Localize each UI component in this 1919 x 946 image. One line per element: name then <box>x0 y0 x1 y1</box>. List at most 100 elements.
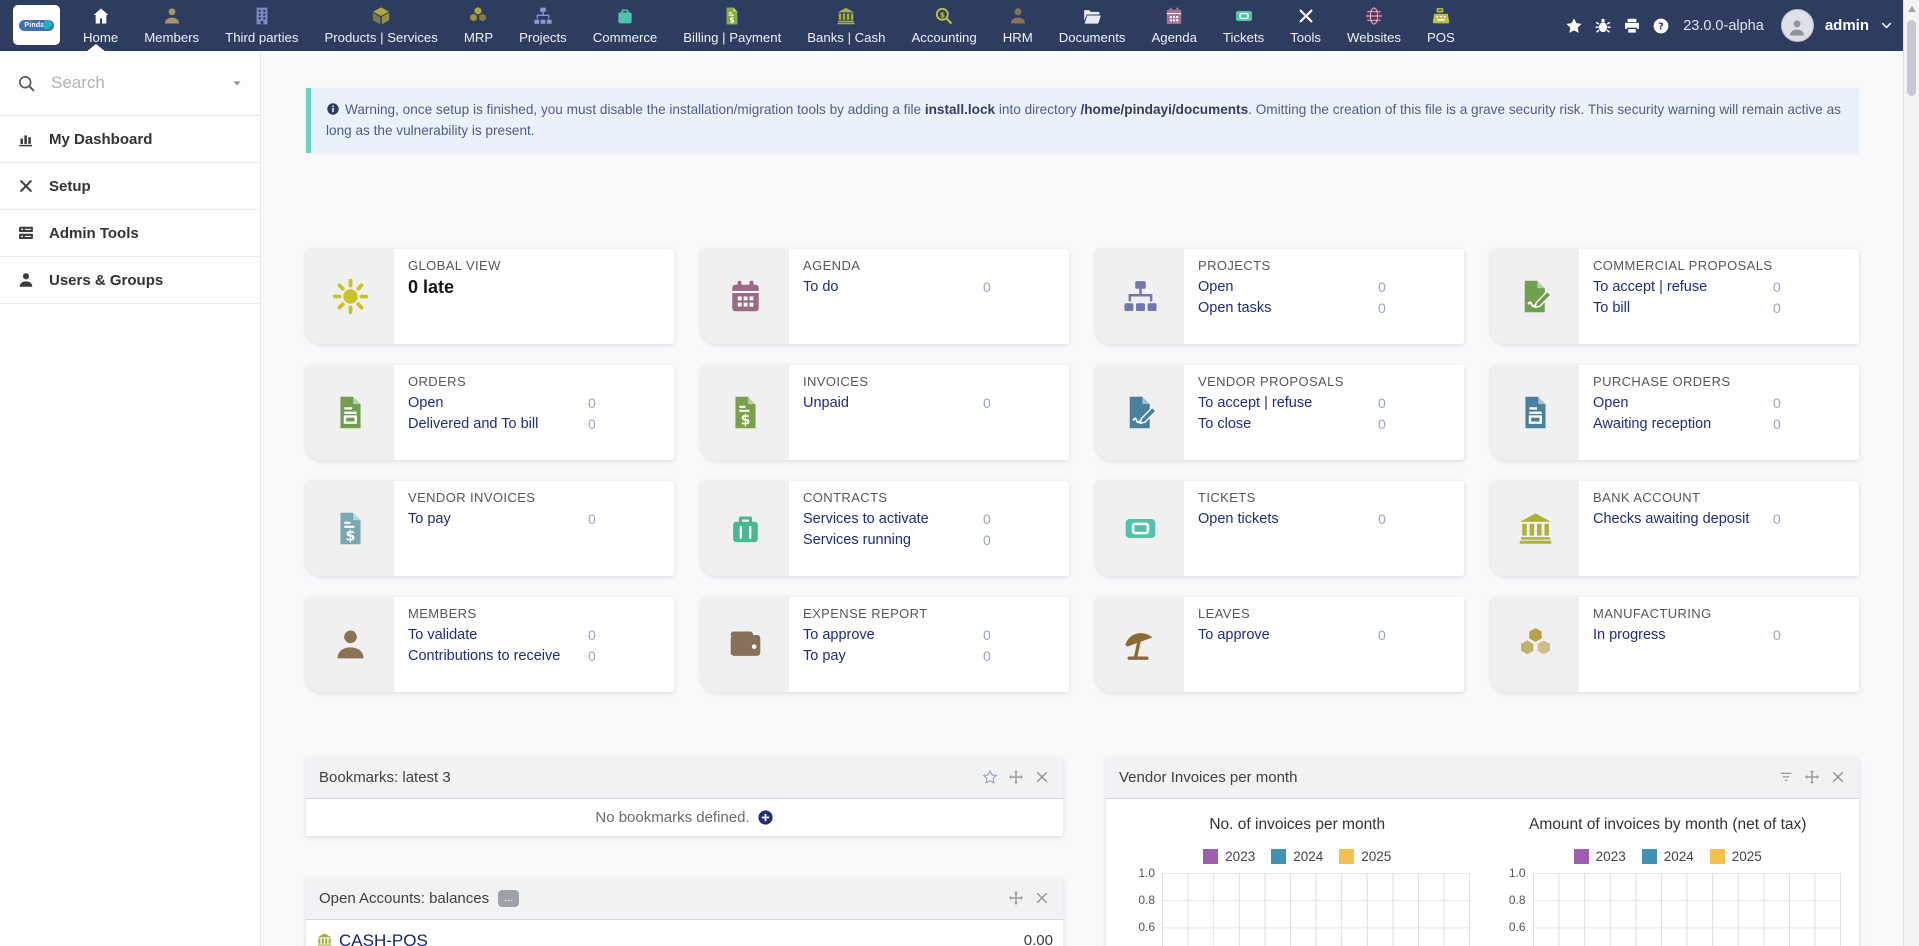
widget-link[interactable]: Services running <box>803 530 983 551</box>
close-widget-icon[interactable] <box>1034 769 1050 785</box>
user-avatar[interactable] <box>1781 9 1814 42</box>
widget-count[interactable]: 0 <box>983 393 991 414</box>
widget-count[interactable]: 0 <box>1773 298 1781 319</box>
widget-count[interactable]: 0 <box>1378 298 1386 319</box>
move-widget-icon[interactable] <box>1804 769 1820 785</box>
nav-item-members[interactable]: Members <box>131 0 212 51</box>
widget-count[interactable]: 0 <box>983 530 991 551</box>
user-menu[interactable]: admin <box>1825 17 1869 34</box>
nav-item-documents[interactable]: Documents <box>1046 0 1139 51</box>
user-chevron-down-icon[interactable] <box>1880 19 1893 32</box>
account-link[interactable]: CASH-POS <box>339 931 428 946</box>
umbrella-beach-icon <box>1096 597 1184 692</box>
nav-item-banks-cash[interactable]: Banks | Cash <box>794 0 898 51</box>
widget-link[interactable]: To approve <box>1198 625 1378 646</box>
bug-icon[interactable] <box>1594 17 1612 35</box>
widget-count[interactable]: 0 <box>1773 509 1781 530</box>
widget-count[interactable]: 0 <box>588 509 596 530</box>
widget-count[interactable]: 0 <box>1378 625 1386 646</box>
widget-count[interactable]: 0 <box>588 393 596 414</box>
widget-count[interactable]: 0 <box>983 277 991 298</box>
widget-count[interactable]: 0 <box>1773 414 1781 435</box>
widget-link[interactable]: Checks awaiting deposit <box>1593 509 1773 530</box>
sidebar-item-setup[interactable]: Setup <box>0 163 260 210</box>
nav-item-label: Accounting <box>911 30 976 45</box>
nav-item-tools[interactable]: Tools <box>1277 0 1334 51</box>
widget-link[interactable]: In progress <box>1593 625 1773 646</box>
widget-link[interactable]: Delivered and To bill <box>408 414 588 435</box>
nav-item-hrm[interactable]: HRM <box>990 0 1046 51</box>
widget-count[interactable]: 0 <box>1378 393 1386 414</box>
file-signature-icon <box>1491 249 1579 344</box>
widget-link[interactable]: To bill <box>1593 298 1773 319</box>
nav-item-products-services[interactable]: Products | Services <box>311 0 450 51</box>
widget-count[interactable]: 0 <box>588 414 596 435</box>
widget-count[interactable]: 0 <box>1773 625 1781 646</box>
widget-link[interactable]: To approve <box>803 625 983 646</box>
widget-count[interactable]: 0 <box>983 509 991 530</box>
search-input[interactable] <box>49 72 213 94</box>
sidebar-item-admin-tools[interactable]: Admin Tools <box>0 210 260 257</box>
widget-count[interactable]: 0 <box>588 646 596 667</box>
nav-item-projects[interactable]: Projects <box>506 0 580 51</box>
printer-icon[interactable] <box>1623 17 1641 35</box>
widget-link[interactable]: Open tasks <box>1198 298 1378 319</box>
question-circle-icon[interactable]: ? <box>1652 17 1670 35</box>
nav-item-tickets[interactable]: Tickets <box>1210 0 1277 51</box>
widget-link[interactable]: Awaiting reception <box>1593 414 1773 435</box>
widget-count[interactable]: 0 <box>983 646 991 667</box>
widget-count[interactable]: 0 <box>1378 277 1386 298</box>
move-widget-icon[interactable] <box>1008 890 1024 906</box>
nav-item-mrp[interactable]: MRP <box>451 0 506 51</box>
widget-title: MANUFACTURING <box>1593 606 1849 621</box>
widget-link[interactable]: To pay <box>803 646 983 667</box>
widget-count[interactable]: 0 <box>1378 509 1386 530</box>
bookmark-star-icon[interactable] <box>982 769 998 785</box>
nav-item-pos[interactable]: POS <box>1414 0 1468 51</box>
widget-link[interactable]: Open <box>1198 277 1378 298</box>
nav-item-label: Commerce <box>593 30 657 45</box>
widget-link[interactable]: To accept | refuse <box>1593 277 1773 298</box>
move-widget-icon[interactable] <box>1008 769 1024 785</box>
widget-link[interactable]: Open <box>408 393 588 414</box>
page-scrollbar[interactable] <box>1903 0 1919 946</box>
star-icon[interactable] <box>1565 17 1583 35</box>
sidebar-item-users-groups[interactable]: Users & Groups <box>0 257 260 304</box>
widget-link[interactable]: Open tickets <box>1198 509 1378 530</box>
widget-link[interactable]: Services to activate <box>803 509 983 530</box>
search-caret-icon[interactable] <box>230 76 244 90</box>
widget-link[interactable]: To accept | refuse <box>1198 393 1378 414</box>
nav-item-billing-payment[interactable]: $ Billing | Payment <box>670 0 794 51</box>
scrollbar-thumb[interactable] <box>1907 20 1916 96</box>
open-accounts-title: Open Accounts: balances <box>319 890 489 907</box>
nav-item-commerce[interactable]: Commerce <box>580 0 670 51</box>
dashboard-widget-grid: GLOBAL VIEW 0 late AGENDA To do 0 PROJEC… <box>306 249 1859 692</box>
widget-link[interactable]: Unpaid <box>803 393 983 414</box>
nav-item-third-parties[interactable]: Third parties <box>212 0 311 51</box>
filter-icon[interactable] <box>1778 769 1794 785</box>
scrollbar-up-arrow[interactable] <box>1908 6 1916 12</box>
widget-link[interactable]: To validate <box>408 625 588 646</box>
widget-count[interactable]: 0 <box>983 625 991 646</box>
close-widget-icon[interactable] <box>1830 769 1846 785</box>
widget-title: AGENDA <box>803 258 1059 273</box>
widget-link[interactable]: To do <box>803 277 983 298</box>
nav-item-websites[interactable]: Websites <box>1334 0 1414 51</box>
app-logo[interactable]: Pinday <box>13 5 60 45</box>
widget-link[interactable]: To close <box>1198 414 1378 435</box>
widget-agenda: AGENDA To do 0 <box>701 249 1069 344</box>
chart-plot: 1.00.80.60.40.20.0 <box>1126 873 1483 946</box>
widget-count[interactable]: 0 <box>1378 414 1386 435</box>
widget-link[interactable]: Open <box>1593 393 1773 414</box>
nav-item-agenda[interactable]: Agenda <box>1138 0 1209 51</box>
nav-item-accounting[interactable]: $ Accounting <box>898 0 989 51</box>
widget-count[interactable]: 0 <box>1773 277 1781 298</box>
sidebar-item-my-dashboard[interactable]: My Dashboard <box>0 116 260 163</box>
widget-count[interactable]: 0 <box>588 625 596 646</box>
close-widget-icon[interactable] <box>1034 890 1050 906</box>
add-bookmark-icon[interactable] <box>757 809 774 826</box>
widget-count[interactable]: 0 <box>1773 393 1781 414</box>
more-button[interactable]: ... <box>498 890 519 907</box>
widget-link[interactable]: Contributions to receive <box>408 646 588 667</box>
widget-link[interactable]: To pay <box>408 509 588 530</box>
